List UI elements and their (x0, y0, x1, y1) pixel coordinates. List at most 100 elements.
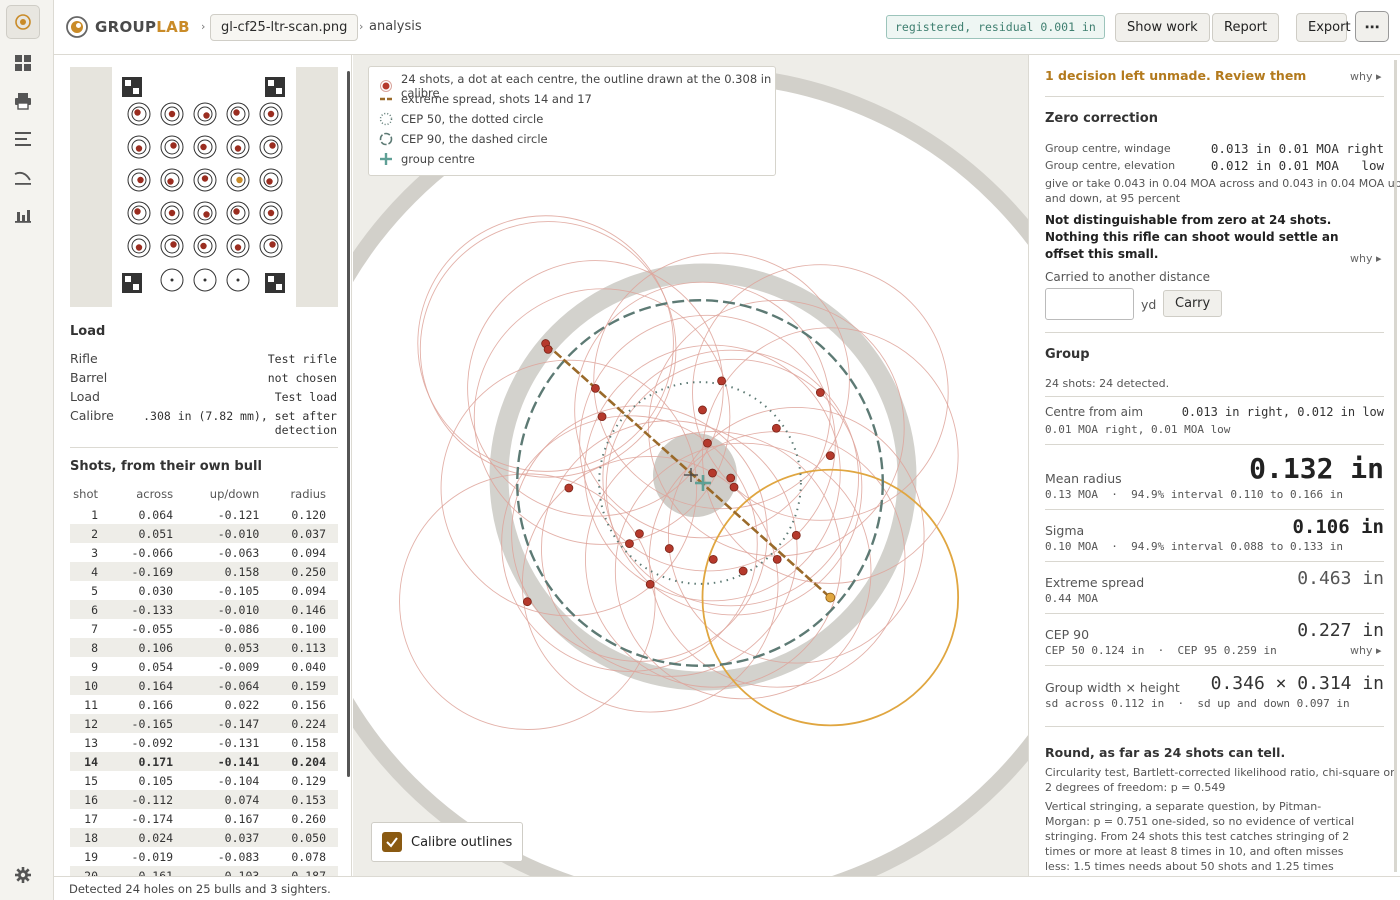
cep90-label: CEP 90 (1045, 627, 1090, 642)
scan-icon (15, 14, 31, 30)
cell-shot: 2 (70, 524, 110, 543)
app-logo[interactable]: GROUPLAB (66, 16, 190, 38)
cell-shot: 20 (70, 866, 110, 876)
table-row[interactable]: 12 -0.165 -0.147 0.224 (70, 714, 338, 733)
cell-updown: -0.083 (217, 849, 260, 864)
table-row[interactable]: 13 -0.092 -0.131 0.158 (70, 733, 338, 752)
cell-shot: 14 (70, 752, 110, 771)
cell-across: -0.066 (131, 545, 174, 560)
thumb-hole (267, 110, 275, 118)
registration-status-badge: registered, residual 0.001 in (886, 15, 1105, 39)
table-row[interactable]: 7 -0.055 -0.086 0.100 (70, 619, 338, 638)
cell-radius: 0.078 (291, 849, 326, 864)
shot-dot (772, 554, 782, 564)
table-row[interactable]: 17 -0.174 0.167 0.260 (70, 809, 338, 828)
why-link[interactable]: why ▸ (1350, 70, 1382, 83)
dotted-circle-icon (379, 112, 393, 126)
thumb-sighter-dot (203, 278, 207, 282)
table-row[interactable]: 10 0.164 -0.064 0.159 (70, 676, 338, 695)
table-row[interactable]: 3 -0.066 -0.063 0.094 (70, 543, 338, 562)
cell-shot: 16 (70, 790, 110, 809)
load-label-load: Load (70, 389, 100, 404)
zero-verdict: Not distinguishable from zero at 24 shot… (1045, 213, 1332, 227)
nav-rail (0, 0, 54, 900)
table-row[interactable]: 11 0.166 0.022 0.156 (70, 695, 338, 714)
cell-across: 0.164 (110, 676, 186, 695)
left-scrollbar[interactable] (347, 71, 350, 777)
thumb-hole (134, 208, 141, 215)
thumb-hole (236, 176, 243, 184)
plus-icon (380, 153, 392, 165)
thumb-hole (267, 209, 275, 217)
table-row[interactable]: 9 0.054 -0.009 0.040 (70, 657, 338, 676)
shot-dot (791, 530, 801, 540)
table-row[interactable]: 1 0.064 -0.121 0.120 (70, 505, 338, 524)
more-menu-button[interactable]: ⋯ (1355, 11, 1389, 42)
thumb-hole (200, 242, 207, 250)
stringing-text: less: 1.5 times needs about 50 shots and… (1045, 860, 1334, 873)
col-radius: radius (290, 487, 326, 501)
cell-across: -0.092 (131, 735, 174, 750)
table-row[interactable]: 4 -0.169 0.158 0.250 (70, 562, 338, 581)
rail-item-grid[interactable] (6, 46, 40, 80)
table-row[interactable]: 8 0.106 0.053 0.113 (70, 638, 338, 657)
scan-thumbnail[interactable] (70, 67, 338, 307)
shot-dot (591, 383, 600, 393)
thumb-sighter-dot (236, 278, 240, 282)
export-button[interactable]: Export (1296, 13, 1351, 42)
breadcrumb-file[interactable]: gl-cf25-ltr-scan.png (210, 14, 359, 41)
table-row[interactable]: 2 0.051 -0.010 0.037 (70, 524, 338, 543)
rail-item-chart[interactable] (6, 198, 40, 232)
cell-updown: 0.103 (185, 866, 272, 876)
table-row[interactable]: 20 0.161 0.103 0.187 (70, 866, 338, 876)
group-title: Group (1045, 347, 1090, 362)
table-row[interactable]: 16 -0.112 0.074 0.153 (70, 790, 338, 809)
cell-across: -0.133 (110, 600, 186, 619)
breadcrumb-separator: › (359, 20, 364, 33)
cell-radius: 0.129 (291, 773, 326, 788)
rail-item-trajectory[interactable] (6, 160, 40, 194)
shot-dot (708, 554, 718, 564)
qr-code-cell (133, 284, 139, 290)
rail-item-scan[interactable] (6, 5, 40, 39)
why-link[interactable]: why ▸ (1350, 252, 1382, 265)
shot-dot (729, 482, 739, 492)
right-scrollbar[interactable] (1394, 60, 1397, 872)
shape-verdict-title: Round, as far as 24 shots can tell. (1045, 745, 1286, 760)
show-work-button[interactable]: Show work (1115, 13, 1210, 42)
cell-radius: 0.224 (271, 714, 338, 733)
checkbox-checked-icon[interactable] (382, 832, 402, 852)
table-row[interactable]: 6 -0.133 -0.010 0.146 (70, 600, 338, 619)
target-sheet-preview (112, 67, 296, 307)
cell-across: 0.030 (138, 583, 174, 598)
carry-distance-input[interactable] (1045, 288, 1134, 320)
cell-radius: 0.250 (271, 562, 338, 581)
load-value-calibre: .308 in (7.82 mm), set after (143, 409, 337, 423)
target-view[interactable]: 24 shots, a dot at each centre, the outl… (353, 55, 1029, 876)
table-row[interactable]: 14 0.171 -0.141 0.204 (70, 752, 338, 771)
decision-note[interactable]: 1 decision left unmade. Review them (1045, 68, 1306, 83)
table-row[interactable]: 5 0.030 -0.105 0.094 (70, 581, 338, 600)
report-button[interactable]: Report (1212, 13, 1280, 42)
uncertainty-line: give or take 0.043 in 0.04 MOA across an… (1045, 177, 1400, 190)
rail-item-print[interactable] (6, 84, 40, 118)
table-row[interactable]: 15 0.105 -0.104 0.129 (70, 771, 338, 790)
cell-updown: -0.141 (185, 752, 272, 771)
table-row[interactable]: 18 0.024 0.037 0.050 (70, 828, 338, 847)
cell-across: -0.055 (131, 621, 174, 636)
why-link[interactable]: why ▸ (1350, 644, 1382, 657)
calibre-outlines-toggle[interactable]: Calibre outlines (371, 822, 524, 862)
cell-shot: 19 (84, 849, 98, 864)
qr-code-cell (276, 88, 282, 94)
thumb-hole (167, 178, 174, 185)
settings-button[interactable] (6, 858, 40, 892)
table-row[interactable]: 19 -0.019 -0.083 0.078 (70, 847, 338, 866)
load-title: Load (70, 324, 106, 339)
cell-across: -0.019 (131, 849, 174, 864)
divider (1045, 561, 1384, 562)
cell-updown: -0.121 (217, 507, 260, 522)
rail-item-list[interactable] (6, 122, 40, 156)
carry-button[interactable]: Carry (1163, 290, 1223, 317)
cell-shot: 13 (84, 735, 98, 750)
cell-updown: 0.074 (185, 790, 272, 809)
